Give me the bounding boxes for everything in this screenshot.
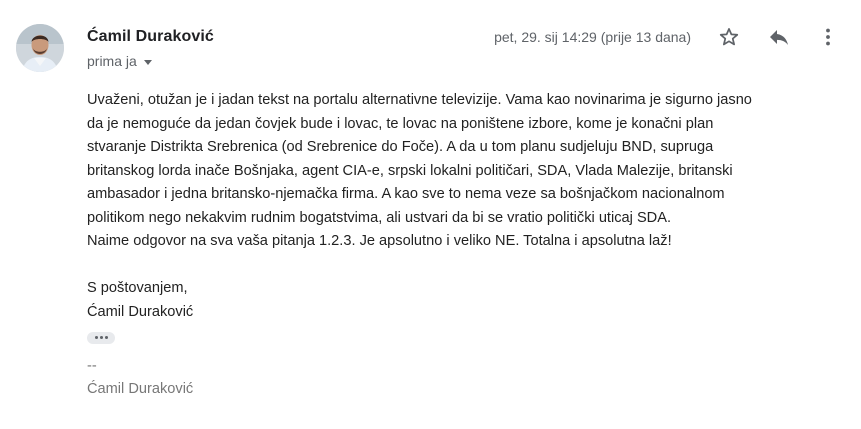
more-options-button[interactable] — [815, 24, 841, 50]
body-line: Uvaženi, otužan je i jadan tekst na port… — [87, 92, 752, 108]
ellipsis-dot-icon — [99, 336, 103, 339]
reply-button[interactable] — [766, 24, 792, 50]
ellipsis-dot-icon — [104, 336, 108, 339]
signature-separator: -- — [87, 358, 97, 374]
ellipsis-dot-icon — [94, 336, 98, 339]
signature-name: Ćamil Duraković — [87, 381, 194, 397]
closing-line: S poštovanjem, — [87, 280, 188, 296]
body-line: ambasador i jedna britansko-njemačka fir… — [87, 186, 725, 202]
body-line: britanskog lorda inače Bošnjaka, agent C… — [87, 162, 733, 179]
star-outline-icon — [719, 28, 739, 46]
body-line: stvaranje Distrikta Srebrenica (od Srebr… — [87, 139, 714, 155]
closing-name: Ćamil Duraković — [87, 303, 194, 320]
body-line: da je nemoguće da jedan čovjek bude i lo… — [87, 115, 714, 132]
sender-name[interactable]: Ćamil Duraković — [87, 28, 214, 46]
sender-avatar[interactable] — [16, 24, 64, 72]
more-vert-icon — [826, 28, 830, 46]
signature-block: -- Ćamil Duraković — [87, 355, 193, 401]
message-body: Uvaženi, otužan je i jadan tekst na port… — [87, 89, 837, 348]
star-button[interactable] — [716, 24, 742, 50]
show-trimmed-content-button[interactable] — [87, 331, 115, 344]
reply-icon — [770, 30, 788, 45]
caret-down-icon — [143, 59, 152, 65]
body-line: Naime odgovor na sva vaša pitanja 1.2.3.… — [87, 233, 672, 249]
body-line: politikom nego nekakvim rudnim bogatstvi… — [87, 209, 671, 226]
avatar-photo — [16, 24, 64, 72]
message-date: pet, 29. sij 14:29 (prije 13 dana) — [494, 29, 691, 45]
recipient-details-toggle[interactable]: prima ja — [87, 53, 152, 69]
recipient-label: prima ja — [87, 53, 137, 69]
